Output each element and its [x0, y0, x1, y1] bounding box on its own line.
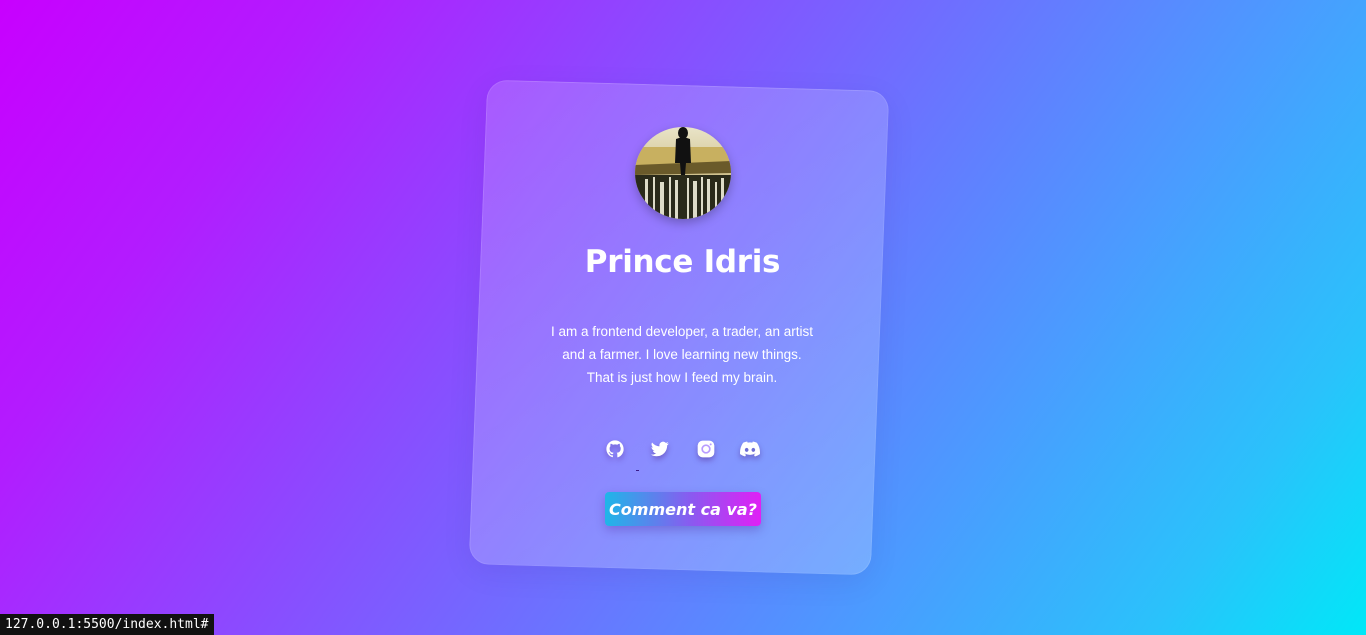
- profile-bio: I am a frontend developer, a trader, an …: [522, 320, 842, 389]
- twitter-link[interactable]: [650, 439, 670, 459]
- focus-marker: [636, 470, 639, 471]
- avatar: [635, 127, 731, 219]
- profile-name: Prince Idris: [584, 244, 781, 280]
- bio-line: That is just how I feed my brain.: [586, 370, 778, 385]
- status-bar-url: 127.0.0.1:5500/index.html#: [0, 614, 214, 635]
- instagram-icon: [697, 440, 715, 458]
- twitter-icon: [651, 441, 669, 457]
- discord-link[interactable]: [740, 439, 760, 459]
- instagram-link[interactable]: [696, 439, 716, 459]
- bio-line: and a farmer. I love learning new things…: [562, 347, 802, 362]
- discord-icon: [740, 441, 760, 457]
- bio-line: I am a frontend developer, a trader, an …: [551, 324, 813, 339]
- comment-button[interactable]: Comment ca va?: [605, 492, 761, 526]
- github-link[interactable]: [605, 439, 625, 459]
- avatar-photo: [635, 127, 731, 219]
- github-icon: [606, 440, 624, 458]
